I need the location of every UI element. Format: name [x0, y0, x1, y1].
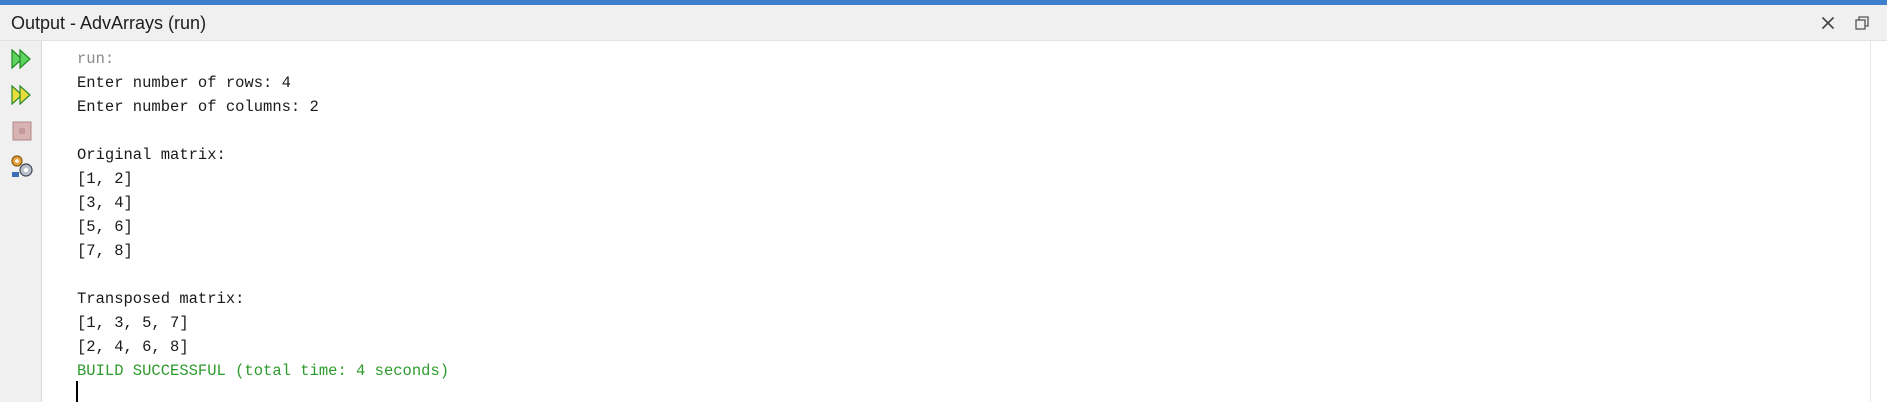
close-icon — [1821, 16, 1835, 30]
console-line: [1, 3, 5, 7] — [77, 314, 189, 332]
vertical-scroll-area[interactable] — [1870, 41, 1887, 402]
console-line: Original matrix: — [77, 146, 226, 164]
console-line-run: run: — [77, 50, 115, 68]
console-output[interactable]: run: Enter number of rows: 4 Enter numbe… — [77, 47, 449, 383]
settings-icon — [11, 155, 33, 177]
console-line: [1, 2] — [77, 170, 133, 188]
restore-window-icon — [1854, 15, 1869, 30]
double-play-icon — [11, 48, 31, 70]
console-line: [5, 6] — [77, 218, 133, 236]
close-button[interactable] — [1818, 13, 1838, 33]
output-panel: run: Enter number of rows: 4 Enter numbe… — [0, 41, 1887, 402]
restore-window-button[interactable] — [1852, 13, 1872, 33]
console-line: [3, 4] — [77, 194, 133, 212]
build-status-line: BUILD SUCCESSFUL (total time: 4 seconds) — [77, 362, 450, 380]
console-line: Enter number of columns: 2 — [77, 98, 319, 116]
console-line: Transposed matrix: — [77, 290, 245, 308]
output-settings-button[interactable] — [8, 152, 36, 180]
output-title-bar: Output - AdvArrays (run) — [0, 5, 1887, 41]
stop-icon — [12, 121, 32, 141]
output-toolbar — [0, 41, 42, 402]
double-play-yellow-icon — [11, 84, 31, 106]
console-line: [7, 8] — [77, 242, 133, 260]
text-cursor — [76, 381, 78, 402]
rerun-with-parameters-button[interactable] — [8, 81, 36, 109]
console-line: Enter number of rows: 4 — [77, 74, 291, 92]
stop-button[interactable] — [8, 117, 36, 145]
window-title: Output - AdvArrays (run) — [11, 13, 207, 33]
console-line: [2, 4, 6, 8] — [77, 338, 189, 356]
rerun-button[interactable] — [8, 45, 36, 73]
